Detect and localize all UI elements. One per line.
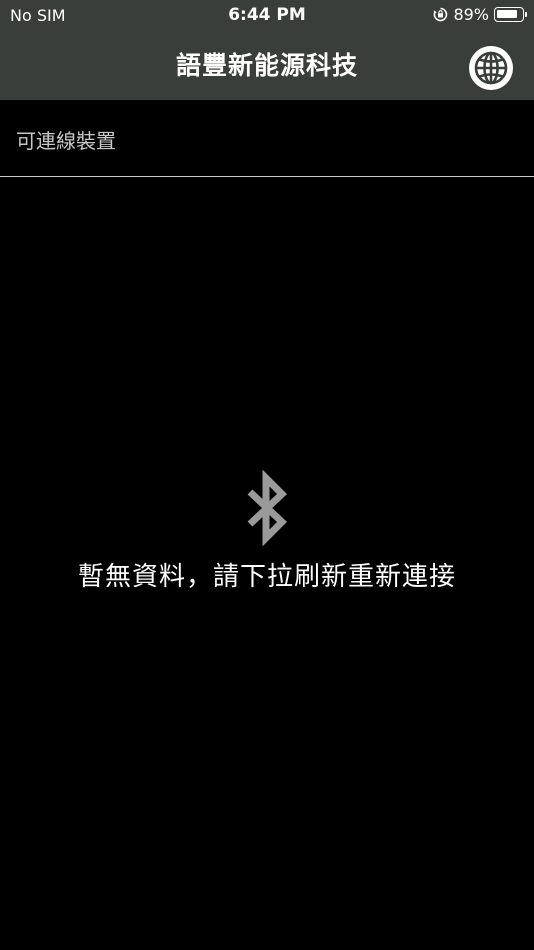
page-title: 語豐新能源科技 xyxy=(175,51,358,80)
battery-percent: 89% xyxy=(453,5,489,24)
orientation-lock-icon xyxy=(433,7,448,22)
battery-level xyxy=(497,10,517,18)
status-indicators: 89% xyxy=(433,5,527,24)
top-bar: No SIM 6:44 PM 89% 語豐新能源科技 xyxy=(0,0,534,100)
empty-state: 暫無資料，請下拉刷新重新連接 xyxy=(0,470,534,593)
section-header: 可連線裝置 xyxy=(0,100,534,177)
bluetooth-icon xyxy=(247,470,288,546)
available-devices-label: 可連線裝置 xyxy=(16,129,116,153)
empty-message: 暫無資料，請下拉刷新重新連接 xyxy=(77,562,456,592)
globe-icon xyxy=(469,46,513,90)
battery-icon xyxy=(494,7,527,22)
language-button[interactable] xyxy=(467,44,515,92)
status-bar: No SIM 6:44 PM 89% xyxy=(0,0,534,32)
